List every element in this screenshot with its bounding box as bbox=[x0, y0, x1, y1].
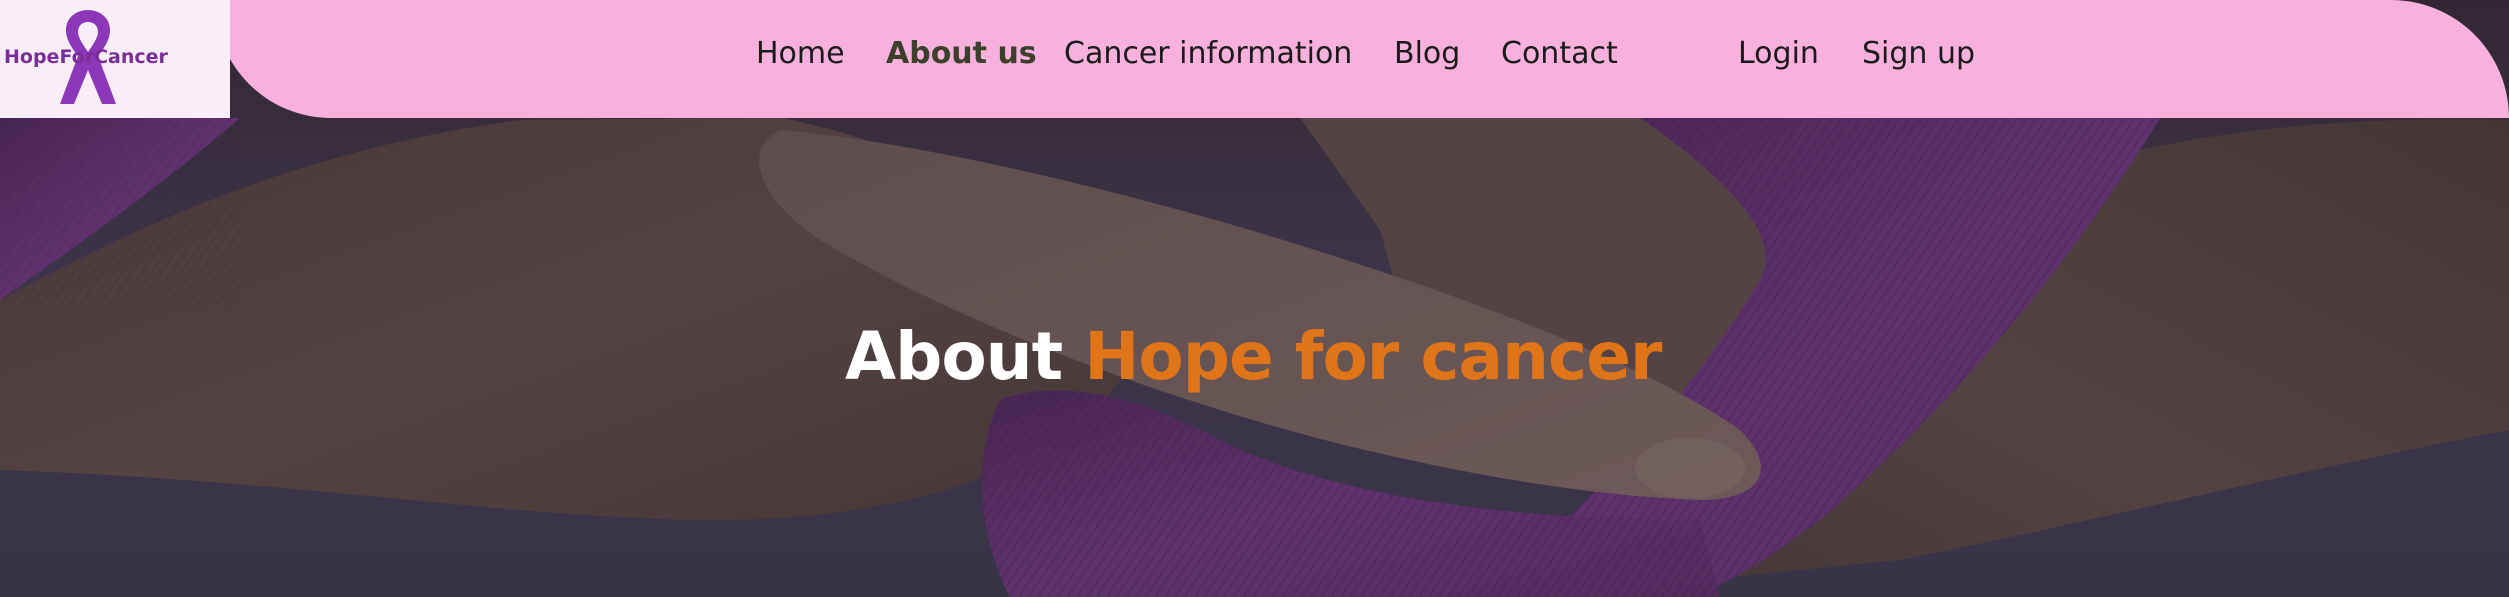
site-header: HopeForCancer Home About us Cancer infor… bbox=[0, 0, 2509, 118]
nav-item-home[interactable]: Home bbox=[756, 36, 845, 71]
nav-item-blog[interactable]: Blog bbox=[1394, 36, 1460, 71]
hero-title-highlight: Hope for cancer bbox=[1084, 318, 1662, 395]
signup-link[interactable]: Sign up bbox=[1862, 36, 1975, 71]
login-link[interactable]: Login bbox=[1738, 36, 1819, 71]
hero-title-prefix: About bbox=[845, 318, 1063, 395]
nav-item-contact[interactable]: Contact bbox=[1501, 36, 1618, 71]
nav-item-about-us[interactable]: About us bbox=[886, 36, 1037, 71]
nav-item-cancer-information[interactable]: Cancer information bbox=[1064, 36, 1352, 71]
main-nav: Home About us Cancer information Blog Co… bbox=[0, 0, 2509, 118]
hero-title: About Hope for cancer bbox=[845, 318, 1662, 395]
